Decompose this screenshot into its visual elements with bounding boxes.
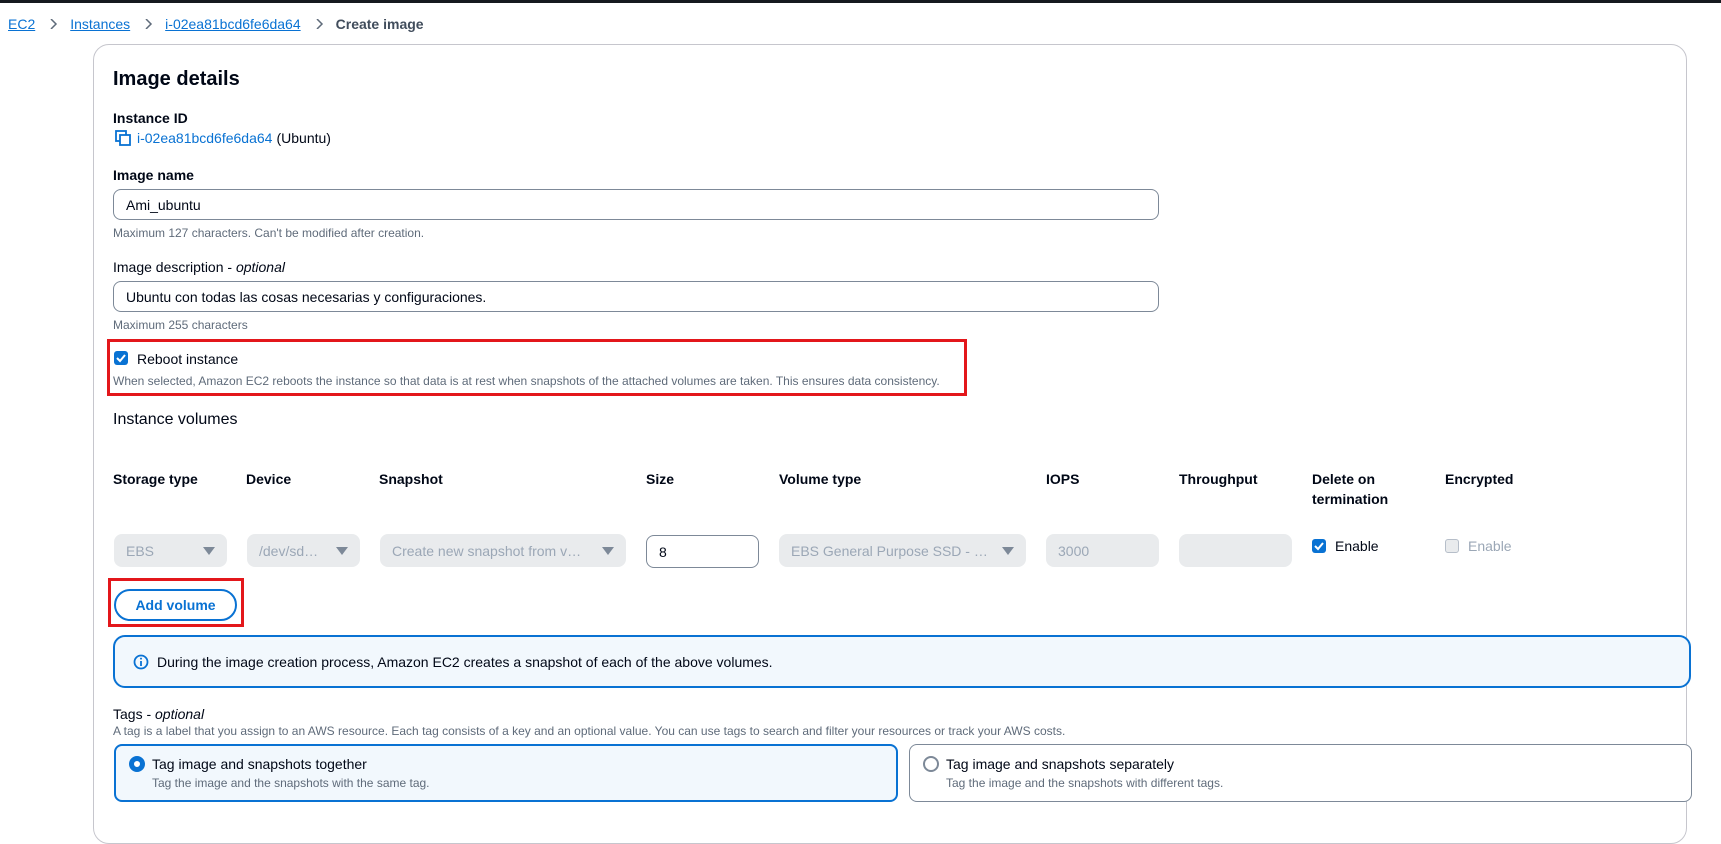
- column-header-device: Device: [246, 471, 292, 487]
- snapshot-value: Create new snapshot from v…: [392, 542, 582, 559]
- tag-together-title: Tag image and snapshots together: [152, 756, 367, 772]
- column-header-size: Size: [646, 471, 675, 487]
- snapshot-select: Create new snapshot from v…: [380, 534, 626, 567]
- delete-on-termination-label[interactable]: Enable: [1335, 538, 1379, 554]
- reboot-label[interactable]: Reboot instance: [137, 351, 238, 367]
- tag-separately-desc: Tag the image and the snapshots with dif…: [946, 776, 1224, 790]
- device-select: /dev/sd…: [247, 534, 360, 567]
- tag-together-radio[interactable]: [129, 756, 145, 772]
- description-hint: Maximum 255 characters: [113, 318, 248, 332]
- caret-down-icon: [1002, 546, 1014, 555]
- instance-os: (Ubuntu): [276, 130, 331, 146]
- page-title: Image details: [113, 68, 240, 90]
- column-header-throughput: Throughput: [1179, 471, 1258, 487]
- tag-separately-option[interactable]: Tag image and snapshots separately Tag t…: [909, 744, 1692, 802]
- reboot-hint: When selected, Amazon EC2 reboots the in…: [113, 374, 940, 388]
- tag-separately-radio[interactable]: [923, 756, 939, 772]
- chevron-right-icon: [145, 19, 153, 29]
- image-name-label: Image name: [113, 167, 194, 183]
- storage-type-value: EBS: [126, 542, 155, 559]
- delete-on-termination-checkbox[interactable]: [1312, 539, 1326, 553]
- throughput-input: [1179, 534, 1292, 567]
- column-header-volume-type: Volume type: [779, 471, 862, 487]
- volumes-title: Instance volumes: [113, 411, 238, 428]
- column-header-storage-type: Storage type: [113, 471, 198, 487]
- tag-together-desc: Tag the image and the snapshots with the…: [152, 776, 430, 790]
- chevron-right-icon: [50, 19, 58, 29]
- encrypted-label: Enable: [1468, 538, 1512, 554]
- column-header-iops: IOPS: [1046, 471, 1080, 487]
- column-header-snapshot: Snapshot: [379, 471, 443, 487]
- encrypted-checkbox: [1445, 539, 1459, 553]
- info-alert: During the image creation process, Amazo…: [113, 635, 1691, 688]
- top-border: [0, 0, 1721, 3]
- instance-id-row: i-02ea81bcd6fe6da64 (Ubuntu): [115, 130, 331, 146]
- tags-optional: optional: [155, 706, 205, 722]
- tags-label: Tags - optional: [113, 706, 204, 722]
- storage-type-select: EBS: [114, 534, 227, 567]
- image-name-hint: Maximum 127 characters. Can't be modifie…: [113, 226, 425, 240]
- description-input[interactable]: Ubuntu con todas las cosas necesarias y …: [113, 281, 1159, 312]
- info-alert-text: During the image creation process, Amazo…: [157, 653, 773, 670]
- caret-down-icon: [602, 546, 614, 555]
- tag-together-option[interactable]: Tag image and snapshots together Tag the…: [114, 744, 898, 802]
- reboot-checkbox[interactable]: [114, 351, 128, 365]
- add-volume-button[interactable]: Add volume: [114, 589, 237, 621]
- caret-down-icon: [336, 546, 348, 555]
- breadcrumb-ec2[interactable]: EC2: [8, 16, 35, 32]
- breadcrumb-instances[interactable]: Instances: [70, 16, 130, 32]
- iops-input: 3000: [1046, 534, 1159, 567]
- description-label-text: Image description -: [113, 259, 236, 275]
- volume-type-value: EBS General Purpose SSD - …: [791, 542, 988, 559]
- instance-id-label: Instance ID: [113, 110, 188, 126]
- image-name-input[interactable]: Ami_ubuntu: [113, 189, 1159, 220]
- description-label: Image description - optional: [113, 259, 285, 275]
- size-input[interactable]: 8: [646, 535, 759, 568]
- tags-label-text: Tags -: [113, 706, 156, 722]
- checkmark-icon: [1314, 542, 1324, 551]
- volume-type-select: EBS General Purpose SSD - …: [779, 534, 1026, 567]
- breadcrumb-current: Create image: [335, 16, 424, 32]
- device-value: /dev/sd…: [259, 542, 319, 559]
- column-header-encrypted: Encrypted: [1445, 471, 1514, 487]
- instance-id-link[interactable]: i-02ea81bcd6fe6da64: [137, 130, 272, 146]
- tags-description: A tag is a label that you assign to an A…: [113, 724, 1066, 738]
- copy-icon[interactable]: [115, 130, 131, 146]
- description-optional: optional: [235, 259, 285, 275]
- breadcrumb: EC2 Instances i-02ea81bcd6fe6da64 Create…: [8, 14, 424, 34]
- breadcrumb-instance-id[interactable]: i-02ea81bcd6fe6da64: [165, 16, 300, 32]
- column-header-delete-on-termination: Delete on termination: [1312, 471, 1389, 507]
- caret-down-icon: [203, 546, 215, 555]
- checkmark-icon: [116, 354, 126, 363]
- iops-value: 3000: [1058, 542, 1090, 559]
- info-icon: [133, 654, 149, 669]
- tag-separately-title: Tag image and snapshots separately: [946, 756, 1175, 772]
- chevron-right-icon: [316, 19, 323, 29]
